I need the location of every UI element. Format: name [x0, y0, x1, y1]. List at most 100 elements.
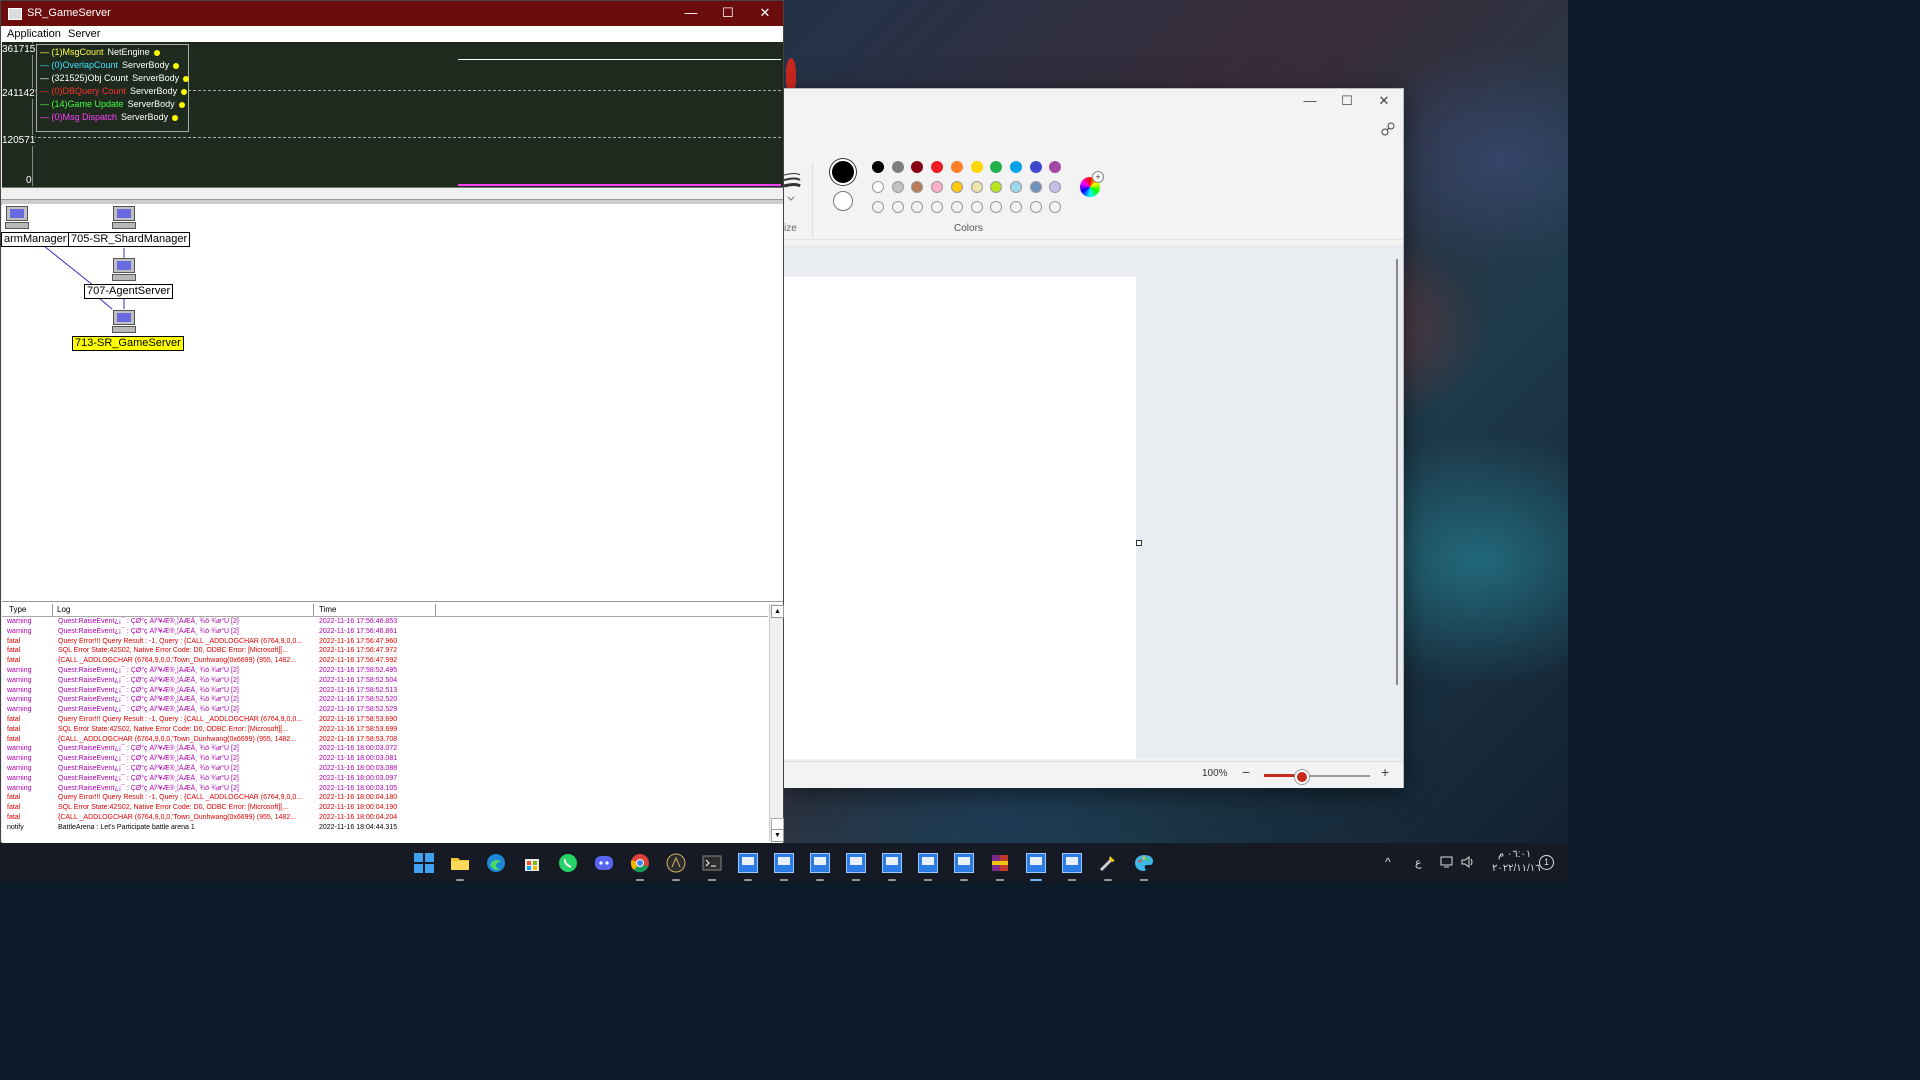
log-scrollbar[interactable]: ▲ ▼ — [769, 604, 784, 842]
edit-colors-icon[interactable] — [1080, 171, 1104, 197]
log-row[interactable]: fatal SQL Error State:42S02, Native Error… — [2, 725, 768, 735]
server-maximize-button[interactable]: ☐ — [710, 4, 746, 22]
log-row[interactable]: fatal Query Error!!! Query Result : -1, Q… — [2, 715, 768, 725]
palette-swatch[interactable] — [990, 181, 1003, 193]
custom-color-slot[interactable] — [872, 201, 884, 213]
menu-application[interactable]: Application — [7, 28, 61, 40]
terminal-icon[interactable] — [702, 853, 722, 873]
column-header-type[interactable]: Type — [9, 605, 26, 614]
node-label-shard-manager[interactable]: 705-SR_ShardManager — [68, 232, 191, 247]
server-window[interactable]: SR_GameServer — ☐ ✕ Application Server 3… — [0, 0, 784, 843]
palette-swatch[interactable] — [891, 181, 904, 193]
network-icon[interactable] — [1440, 855, 1456, 869]
palette-swatch[interactable] — [891, 161, 904, 173]
palette-swatch[interactable] — [911, 181, 924, 193]
palette-swatch[interactable] — [950, 181, 963, 193]
palette-swatch[interactable] — [911, 161, 924, 173]
clock-date[interactable]: ٢٠٢٢/١١/١٦ — [1492, 863, 1541, 902]
scroll-down-arrow[interactable]: ▼ — [771, 829, 784, 842]
notification-badge[interactable]: 1 — [1539, 855, 1554, 870]
log-row[interactable]: warning Quest:RaiseEvent¿¡¯ : ÇØ°ç ÀÌº¥Æ®… — [2, 695, 768, 705]
palette-swatch[interactable] — [1009, 181, 1022, 193]
scroll-up-arrow[interactable]: ▲ — [771, 605, 784, 618]
palette-swatch[interactable] — [931, 161, 944, 173]
log-row[interactable]: fatal SQL Error State:42S02, Native Error… — [2, 803, 768, 813]
server-window-taskbar-icon[interactable] — [1026, 853, 1046, 873]
share-icon[interactable] — [1380, 121, 1396, 137]
log-row[interactable]: fatal {CALL _ADDLOGCHAR (6764,9,0,0,'Town… — [2, 813, 768, 823]
whatsapp-icon[interactable] — [558, 853, 578, 873]
log-row[interactable]: warning Quest:RaiseEvent¿¡¯ : ÇØ°ç ÀÌº¥Æ®… — [2, 744, 768, 754]
canvas-resize-handle[interactable] — [1136, 540, 1142, 546]
chrome-icon[interactable] — [630, 853, 650, 873]
custom-color-slot[interactable] — [1029, 201, 1042, 213]
app-window-icon[interactable] — [846, 853, 866, 873]
column-header-log[interactable]: Log — [57, 605, 70, 614]
tools-icon[interactable] — [1098, 853, 1118, 873]
zoom-out-button[interactable]: − — [1242, 764, 1250, 780]
custom-color-slot[interactable] — [970, 201, 983, 213]
palette-swatch[interactable] — [990, 161, 1003, 173]
palette-swatch[interactable] — [1049, 181, 1062, 193]
store-icon[interactable] — [522, 853, 542, 873]
custom-color-slot[interactable] — [950, 201, 963, 213]
custom-color-slot[interactable] — [1049, 201, 1062, 213]
app-window-icon[interactable] — [918, 853, 938, 873]
custom-color-slot[interactable] — [891, 201, 904, 213]
log-row[interactable]: warning Quest:RaiseEvent¿¡¯ : ÇØ°ç ÀÌº¥Æ®… — [2, 686, 768, 696]
log-row[interactable]: warning Quest:RaiseEvent¿¡¯ : ÇØ°ç ÀÌº¥Æ®… — [2, 764, 768, 774]
column-divider[interactable] — [52, 604, 53, 616]
start-button-icon[interactable] — [414, 853, 434, 873]
app-window-icon[interactable] — [954, 853, 974, 873]
brush-size-icon[interactable] — [784, 171, 808, 207]
log-row[interactable]: warning Quest:RaiseEvent¿¡¯ : ÇØ°ç ÀÌº¥Æ®… — [2, 784, 768, 794]
palette-swatch[interactable] — [950, 161, 963, 173]
log-row[interactable]: warning Quest:RaiseEvent¿¡¯ : ÇØ°ç ÀÌº¥Æ®… — [2, 754, 768, 764]
log-row[interactable]: warning Quest:RaiseEvent¿¡¯ : ÇØ°ç ÀÌº¥Æ®… — [2, 705, 768, 715]
log-row[interactable]: fatal {CALL _ADDLOGCHAR (6764,9,0,0,'Town… — [2, 656, 768, 666]
palette-swatch[interactable] — [872, 161, 884, 173]
volume-icon[interactable] — [1461, 855, 1475, 869]
server-node-icon[interactable] — [112, 258, 136, 282]
column-header-time[interactable]: Time — [319, 605, 336, 614]
log-row[interactable]: warning Quest:RaiseEvent¿¡¯ : ÇØ°ç ÀÌº¥Æ®… — [2, 617, 768, 627]
color1-selector[interactable] — [830, 159, 856, 185]
server-minimize-button[interactable]: — — [673, 4, 709, 22]
log-row[interactable]: notify BattleArena : Let's Participate ba… — [2, 823, 768, 833]
palette-swatch[interactable] — [970, 161, 983, 173]
zoom-in-button[interactable]: + — [1381, 764, 1389, 780]
app-window-icon[interactable] — [882, 853, 902, 873]
discord-icon[interactable] — [594, 853, 614, 873]
server-node-icon[interactable] — [112, 206, 136, 230]
input-language-indicator[interactable]: ع — [1415, 856, 1422, 895]
log-row[interactable]: fatal {CALL _ADDLOGCHAR (6764,9,0,0,'Town… — [2, 735, 768, 745]
custom-color-slot[interactable] — [911, 201, 924, 213]
winrar-icon[interactable] — [990, 853, 1010, 873]
app-window-icon[interactable] — [738, 853, 758, 873]
edge-browser-icon[interactable] — [486, 853, 506, 873]
palette-swatch[interactable] — [1029, 181, 1042, 193]
palette-swatch[interactable] — [970, 181, 983, 193]
log-row[interactable]: warning Quest:RaiseEvent¿¡¯ : ÇØ°ç ÀÌº¥Æ®… — [2, 774, 768, 784]
paint-maximize-button[interactable]: ☐ — [1329, 91, 1365, 111]
paint-titlebar[interactable]: — ☐ ✕ — [784, 89, 1403, 113]
custom-color-slot[interactable] — [931, 201, 944, 213]
server-node-icon[interactable] — [5, 206, 29, 230]
server-close-button[interactable]: ✕ — [747, 4, 783, 22]
server-node-icon[interactable] — [112, 310, 136, 334]
paint-icon[interactable] — [1134, 853, 1154, 873]
custom-color-slot[interactable] — [1009, 201, 1022, 213]
column-divider[interactable] — [435, 604, 436, 616]
log-row[interactable]: fatal SQL Error State:42S02, Native Error… — [2, 646, 768, 656]
custom-color-slot[interactable] — [990, 201, 1003, 213]
file-explorer-icon[interactable] — [450, 853, 470, 873]
palette-swatch[interactable] — [931, 181, 944, 193]
server-titlebar[interactable]: SR_GameServer — ☐ ✕ — [1, 1, 783, 26]
palette-swatch[interactable] — [1009, 161, 1022, 173]
paint-close-button[interactable]: ✕ — [1366, 91, 1402, 111]
log-row[interactable]: warning Quest:RaiseEvent¿¡¯ : ÇØ°ç ÀÌº¥Æ®… — [2, 666, 768, 676]
node-label-agent-server[interactable]: 707-AgentServer — [84, 284, 174, 299]
log-row[interactable]: fatal Query Error!!! Query Result : -1, Q… — [2, 793, 768, 803]
app-window-icon[interactable] — [774, 853, 794, 873]
game-launcher-icon[interactable] — [666, 853, 686, 873]
